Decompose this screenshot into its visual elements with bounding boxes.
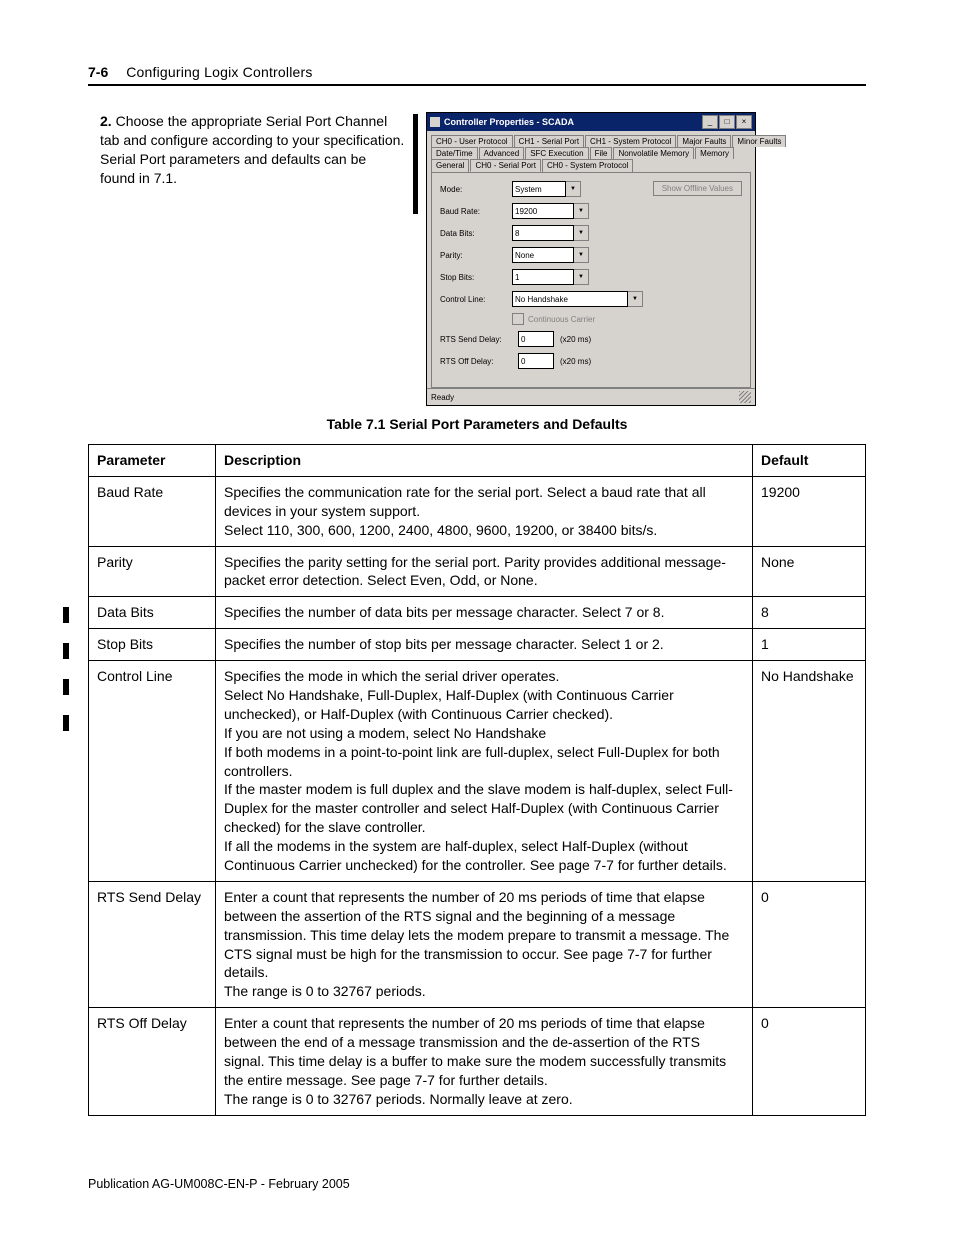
control-line-select[interactable] <box>512 291 628 307</box>
chevron-down-icon[interactable]: ▼ <box>574 247 589 263</box>
cell-description: Specifies the parity setting for the ser… <box>216 546 753 597</box>
cell-parameter: Parity <box>89 546 216 597</box>
status-text: Ready <box>431 393 454 402</box>
tab-nonvolatile-memory[interactable]: Nonvolatile Memory <box>613 147 694 159</box>
change-bar <box>413 114 418 214</box>
cell-parameter: RTS Off Delay <box>89 1008 216 1115</box>
col-description: Description <box>216 445 753 477</box>
baud-rate-select[interactable] <box>512 203 574 219</box>
cell-default: None <box>753 546 866 597</box>
parity-label: Parity: <box>440 251 512 260</box>
cell-default: 19200 <box>753 476 866 546</box>
resize-grip-icon[interactable] <box>739 391 751 403</box>
continuous-carrier-label: Continuous Carrier <box>528 315 595 324</box>
table-row: RTS Send DelayEnter a count that represe… <box>89 881 866 1007</box>
show-offline-values-button[interactable]: Show Offline Values <box>653 181 742 196</box>
cell-description: Specifies the number of data bits per me… <box>216 597 753 629</box>
table-caption: Table 7.1 Serial Port Parameters and Def… <box>88 416 866 432</box>
maximize-icon[interactable]: □ <box>719 115 735 129</box>
minimize-icon[interactable]: _ <box>702 115 718 129</box>
controller-properties-dialog: Controller Properties - SCADA _ □ × CH0 … <box>426 112 756 406</box>
col-default: Default <box>753 445 866 477</box>
table-row: Control LineSpecifies the mode in which … <box>89 661 866 882</box>
rts-off-delay-label: RTS Off Delay: <box>440 357 518 366</box>
cell-description: Specifies the mode in which the serial d… <box>216 661 753 882</box>
cell-description: Specifies the number of stop bits per me… <box>216 629 753 661</box>
table-row: Stop BitsSpecifies the number of stop bi… <box>89 629 866 661</box>
cell-parameter: Control Line <box>89 661 216 882</box>
cell-default: 0 <box>753 1008 866 1115</box>
parameters-table: Parameter Description Default Baud RateS… <box>88 444 866 1116</box>
rts-send-delay-label: RTS Send Delay: <box>440 335 518 344</box>
tab-panel: Show Offline Values Mode: ▼ Baud Rate: ▼… <box>431 172 751 388</box>
chevron-down-icon[interactable]: ▼ <box>628 291 643 307</box>
cell-default: No Handshake <box>753 661 866 882</box>
table-row: Baud RateSpecifies the communication rat… <box>89 476 866 546</box>
close-icon[interactable]: × <box>736 115 752 129</box>
tab-major-faults[interactable]: Major Faults <box>677 135 731 147</box>
mode-select[interactable] <box>512 181 566 197</box>
parity-select[interactable] <box>512 247 574 263</box>
publication-footer: Publication AG-UM008C-EN-P - February 20… <box>88 1177 350 1191</box>
stop-bits-select[interactable] <box>512 269 574 285</box>
cell-default: 0 <box>753 881 866 1007</box>
mode-label: Mode: <box>440 185 512 194</box>
cell-parameter: Stop Bits <box>89 629 216 661</box>
tab-sfc-execution[interactable]: SFC Execution <box>525 147 588 159</box>
header-rule <box>88 84 866 86</box>
tab-general[interactable]: General <box>431 159 469 172</box>
table-row: ParitySpecifies the parity setting for t… <box>89 546 866 597</box>
cell-description: Specifies the communication rate for the… <box>216 476 753 546</box>
chevron-down-icon[interactable]: ▼ <box>574 203 589 219</box>
tab-ch1-system-protocol[interactable]: CH1 - System Protocol <box>585 135 676 147</box>
chapter-title: Configuring Logix Controllers <box>126 64 312 80</box>
rts-send-delay-unit: (x20 ms) <box>560 335 591 344</box>
tab-ch0-system-protocol[interactable]: CH0 - System Protocol <box>542 159 633 172</box>
cell-description: Enter a count that represents the number… <box>216 881 753 1007</box>
col-parameter: Parameter <box>89 445 216 477</box>
rts-send-delay-input[interactable] <box>518 331 554 347</box>
dialog-title: Controller Properties - SCADA <box>444 117 701 127</box>
rts-off-delay-unit: (x20 ms) <box>560 357 591 366</box>
cell-default: 1 <box>753 629 866 661</box>
baud-rate-label: Baud Rate: <box>440 207 512 216</box>
tab-advanced[interactable]: Advanced <box>479 147 525 159</box>
page-number: 7-6 <box>88 64 108 80</box>
data-bits-label: Data Bits: <box>440 229 512 238</box>
chevron-down-icon[interactable]: ▼ <box>574 269 589 285</box>
tab-ch1-serial-port[interactable]: CH1 - Serial Port <box>514 135 584 147</box>
stop-bits-label: Stop Bits: <box>440 273 512 282</box>
tab-minor-faults[interactable]: Minor Faults <box>732 135 786 147</box>
dialog-titlebar: Controller Properties - SCADA _ □ × <box>427 113 755 131</box>
tab-memory[interactable]: Memory <box>695 147 734 159</box>
rts-off-delay-input[interactable] <box>518 353 554 369</box>
table-row: RTS Off DelayEnter a count that represen… <box>89 1008 866 1115</box>
app-icon <box>430 117 440 127</box>
step-text: 2. Choose the appropriate Serial Port Ch… <box>100 112 405 188</box>
tab-ch0-user-protocol[interactable]: CH0 - User Protocol <box>431 135 513 147</box>
revision-marks <box>63 607 69 731</box>
cell-description: Enter a count that represents the number… <box>216 1008 753 1115</box>
chevron-down-icon[interactable]: ▼ <box>566 181 581 197</box>
data-bits-select[interactable] <box>512 225 574 241</box>
cell-parameter: RTS Send Delay <box>89 881 216 1007</box>
cell-default: 8 <box>753 597 866 629</box>
tab-file[interactable]: File <box>590 147 613 159</box>
tab-date-time[interactable]: Date/Time <box>431 147 478 159</box>
cell-parameter: Baud Rate <box>89 476 216 546</box>
cell-parameter: Data Bits <box>89 597 216 629</box>
chevron-down-icon[interactable]: ▼ <box>574 225 589 241</box>
tab-ch0-serial-port[interactable]: CH0 - Serial Port <box>470 159 540 172</box>
table-row: Data BitsSpecifies the number of data bi… <box>89 597 866 629</box>
control-line-label: Control Line: <box>440 295 512 304</box>
continuous-carrier-checkbox[interactable] <box>512 313 524 325</box>
